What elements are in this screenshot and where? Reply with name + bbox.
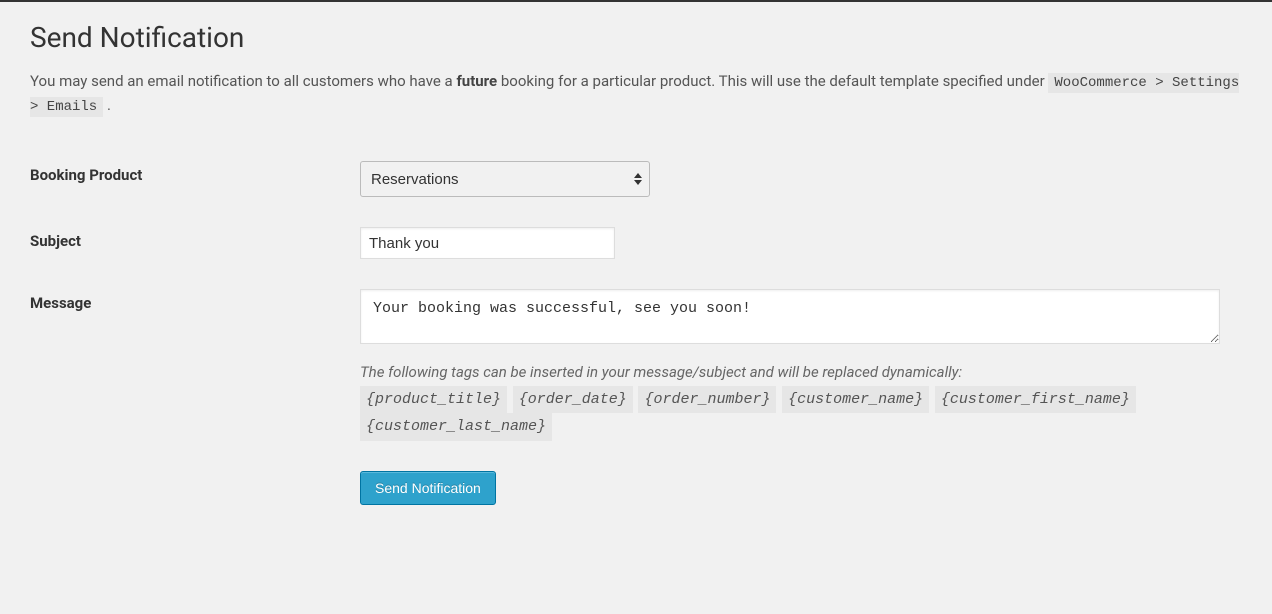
tag-product-title: {product_title}: [360, 386, 507, 414]
message-textarea[interactable]: [360, 289, 1220, 344]
tag-customer-name: {customer_name}: [782, 386, 929, 414]
tag-customer-first-name: {customer_first_name}: [935, 386, 1136, 414]
description-text-mid: booking for a particular product. This w…: [497, 72, 1048, 90]
page-title: Send Notification: [30, 20, 1242, 56]
booking-product-label: Booking Product: [30, 146, 360, 212]
booking-product-select[interactable]: Reservations: [360, 161, 650, 197]
tag-customer-last-name: {customer_last_name}: [360, 413, 552, 441]
message-hint: The following tags can be inserted in yo…: [360, 360, 1232, 441]
booking-product-select-wrap: Reservations: [360, 161, 650, 197]
subject-input[interactable]: [360, 227, 615, 259]
subject-label: Subject: [30, 212, 360, 274]
form-table: Booking Product Reservations Subject: [30, 146, 1242, 520]
send-notification-button[interactable]: Send Notification: [360, 471, 496, 505]
description-text-end: .: [103, 96, 111, 114]
description-text-bold: future: [456, 72, 497, 90]
page-description: You may send an email notification to al…: [30, 70, 1242, 118]
row-booking-product: Booking Product Reservations: [30, 146, 1242, 212]
tag-order-number: {order_number}: [638, 386, 776, 414]
message-label: Message: [30, 274, 360, 456]
row-subject: Subject: [30, 212, 1242, 274]
tag-order-date: {order_date}: [513, 386, 633, 414]
page-wrap: Send Notification You may send an email …: [0, 2, 1272, 550]
row-message: Message The following tags can be insert…: [30, 274, 1242, 456]
row-submit: Send Notification: [30, 456, 1242, 520]
hint-text: The following tags can be inserted in yo…: [360, 363, 962, 381]
description-text-pre: You may send an email notification to al…: [30, 72, 456, 90]
